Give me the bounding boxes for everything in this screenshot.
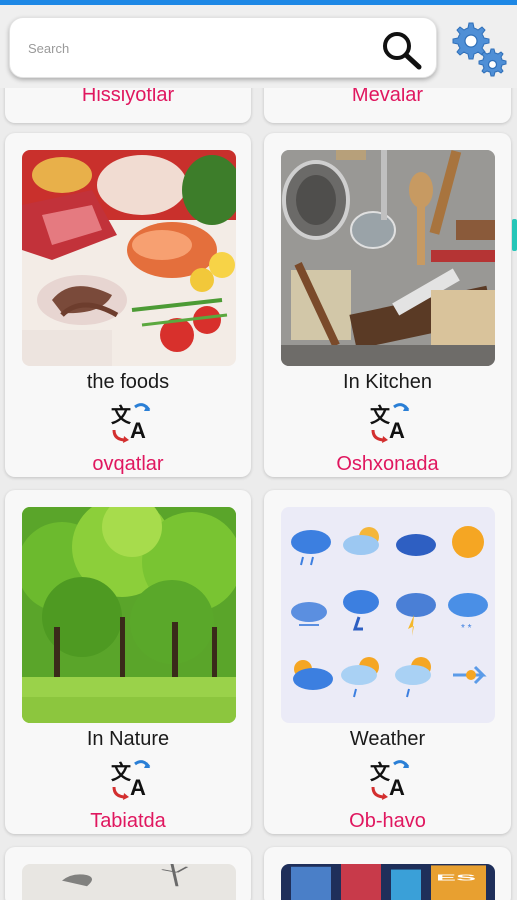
category-card-hissiyotlar[interactable]: Hissiyotlar (5, 88, 251, 123)
category-card-partial-left[interactable] (5, 847, 251, 900)
svg-text:A: A (389, 775, 405, 800)
search-icon[interactable] (378, 28, 426, 72)
svg-text:A: A (130, 418, 146, 443)
city-photo: ES (281, 864, 495, 900)
category-card-weather[interactable]: * * Weather 文 A Ob-havo (264, 490, 511, 834)
category-uz-label: Oshxonada (336, 453, 439, 475)
top-bar (0, 5, 517, 88)
food-photo (22, 150, 236, 366)
partial-photo (22, 864, 236, 900)
svg-text:A: A (389, 418, 405, 443)
translate-icon: 文 A (370, 403, 410, 443)
translate-icon: 文 A (111, 403, 151, 443)
category-en-label: In Nature (86, 728, 170, 750)
app-root: Hissiyotlar Mevalar (0, 0, 517, 900)
category-card-kitchen[interactable]: In Kitchen 文 A Oshxonada (264, 133, 511, 477)
category-en-label: Weather (349, 728, 426, 750)
category-en-label: In Kitchen (343, 371, 432, 393)
search-bar[interactable] (9, 17, 437, 78)
category-uz-label: Ob-havo (349, 810, 426, 832)
svg-text:文: 文 (111, 403, 132, 427)
category-card-partial-right[interactable]: ES (264, 847, 511, 900)
scroll-indicator[interactable] (512, 219, 517, 251)
category-card-foods[interactable]: the foods 文 A ovqatlar (5, 133, 251, 477)
category-uz-label: Tabiatda (90, 810, 166, 832)
svg-text:ES: ES (436, 873, 476, 882)
svg-text:* *: * * (461, 623, 472, 634)
svg-text:A: A (130, 775, 146, 800)
category-card-nature[interactable]: In Nature 文 A Tabiatda (5, 490, 251, 834)
category-uz-label: Mevalar (351, 88, 424, 106)
category-uz-label: Hissiyotlar (81, 88, 175, 106)
nature-photo (22, 507, 236, 723)
category-uz-label: ovqatlar (92, 453, 164, 475)
category-en-label: the foods (86, 371, 170, 393)
svg-text:文: 文 (111, 760, 132, 784)
translate-icon: 文 A (111, 760, 151, 800)
category-card-mevalar[interactable]: Mevalar (264, 88, 511, 123)
translate-icon: 文 A (370, 760, 410, 800)
search-input[interactable] (28, 36, 368, 60)
svg-text:文: 文 (370, 760, 391, 784)
weather-icons: * * (281, 507, 495, 723)
gear-icon[interactable] (447, 19, 509, 81)
kitchen-photo (281, 150, 495, 366)
category-grid: Hissiyotlar Mevalar the foods 文 A ovqatl… (0, 88, 517, 900)
svg-text:文: 文 (370, 403, 391, 427)
